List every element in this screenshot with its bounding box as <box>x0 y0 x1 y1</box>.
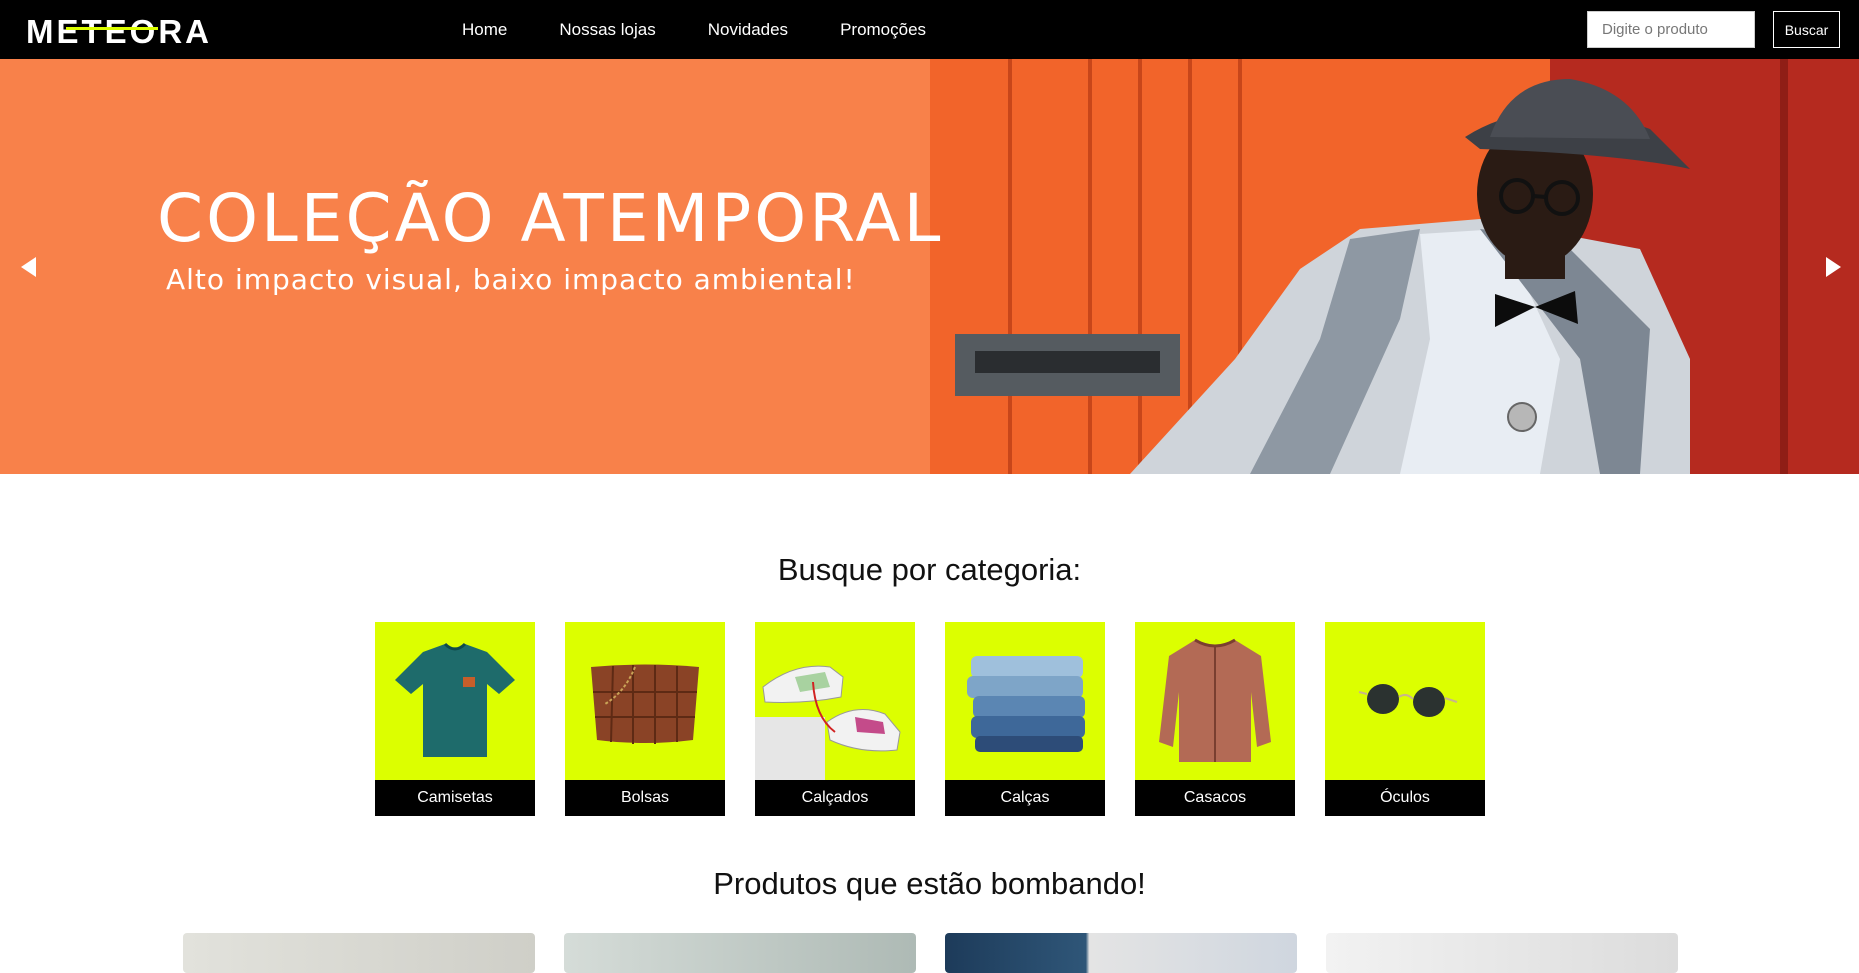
product-card[interactable] <box>1326 933 1678 973</box>
category-label: Casacos <box>1135 780 1295 816</box>
hero-title: COLEÇÃO ATEMPORAL <box>157 180 944 257</box>
category-label: Óculos <box>1325 780 1485 816</box>
jeans-icon <box>967 656 1085 752</box>
meteora-logo[interactable]: METEORA <box>26 12 254 48</box>
category-label: Calças <box>945 780 1105 816</box>
chevron-right-icon[interactable] <box>1821 255 1845 279</box>
navbar: METEORA Home Nossas lojas Novidades Prom… <box>0 0 1859 59</box>
sneakers-icon <box>755 665 901 780</box>
search-input[interactable] <box>1587 11 1755 48</box>
chevron-left-icon[interactable] <box>17 255 41 279</box>
search-button[interactable]: Buscar <box>1773 11 1840 48</box>
jacket-icon <box>1159 638 1271 762</box>
category-camisetas[interactable]: Camisetas <box>375 622 535 816</box>
products-title: Produtos que estão bombando! <box>713 866 1146 901</box>
product-card[interactable] <box>564 933 916 973</box>
category-oculos[interactable]: Óculos <box>1325 622 1485 816</box>
category-grid: Camisetas Bolsas Calçados Calças Casacos… <box>375 622 1485 816</box>
categories-title: Busque por categoria: <box>777 552 1082 587</box>
category-calcas[interactable]: Calças <box>945 622 1105 816</box>
category-label: Camisetas <box>375 780 535 816</box>
hero-banner: COLEÇÃO ATEMPORAL Alto impacto visual, b… <box>0 59 1859 474</box>
category-label: Bolsas <box>565 780 725 816</box>
nav-home[interactable]: Home <box>462 20 507 40</box>
sunglasses-icon <box>1358 684 1458 717</box>
category-label: Calçados <box>755 780 915 816</box>
category-casacos[interactable]: Casacos <box>1135 622 1295 816</box>
nav-promocoes[interactable]: Promoções <box>840 20 926 40</box>
svg-text:METEORA: METEORA <box>26 13 212 48</box>
hero-subtitle: Alto impacto visual, baixo impacto ambie… <box>166 263 856 296</box>
category-calcados[interactable]: Calçados <box>755 622 915 816</box>
bag-icon <box>591 664 699 744</box>
product-card[interactable] <box>945 933 1297 973</box>
product-card[interactable] <box>183 933 535 973</box>
category-bolsas[interactable]: Bolsas <box>565 622 725 816</box>
tshirt-icon <box>395 642 515 757</box>
nav-novidades[interactable]: Novidades <box>708 20 788 40</box>
nav-nossas-lojas[interactable]: Nossas lojas <box>559 20 655 40</box>
main-nav: Home Nossas lojas Novidades Promoções <box>462 0 978 59</box>
